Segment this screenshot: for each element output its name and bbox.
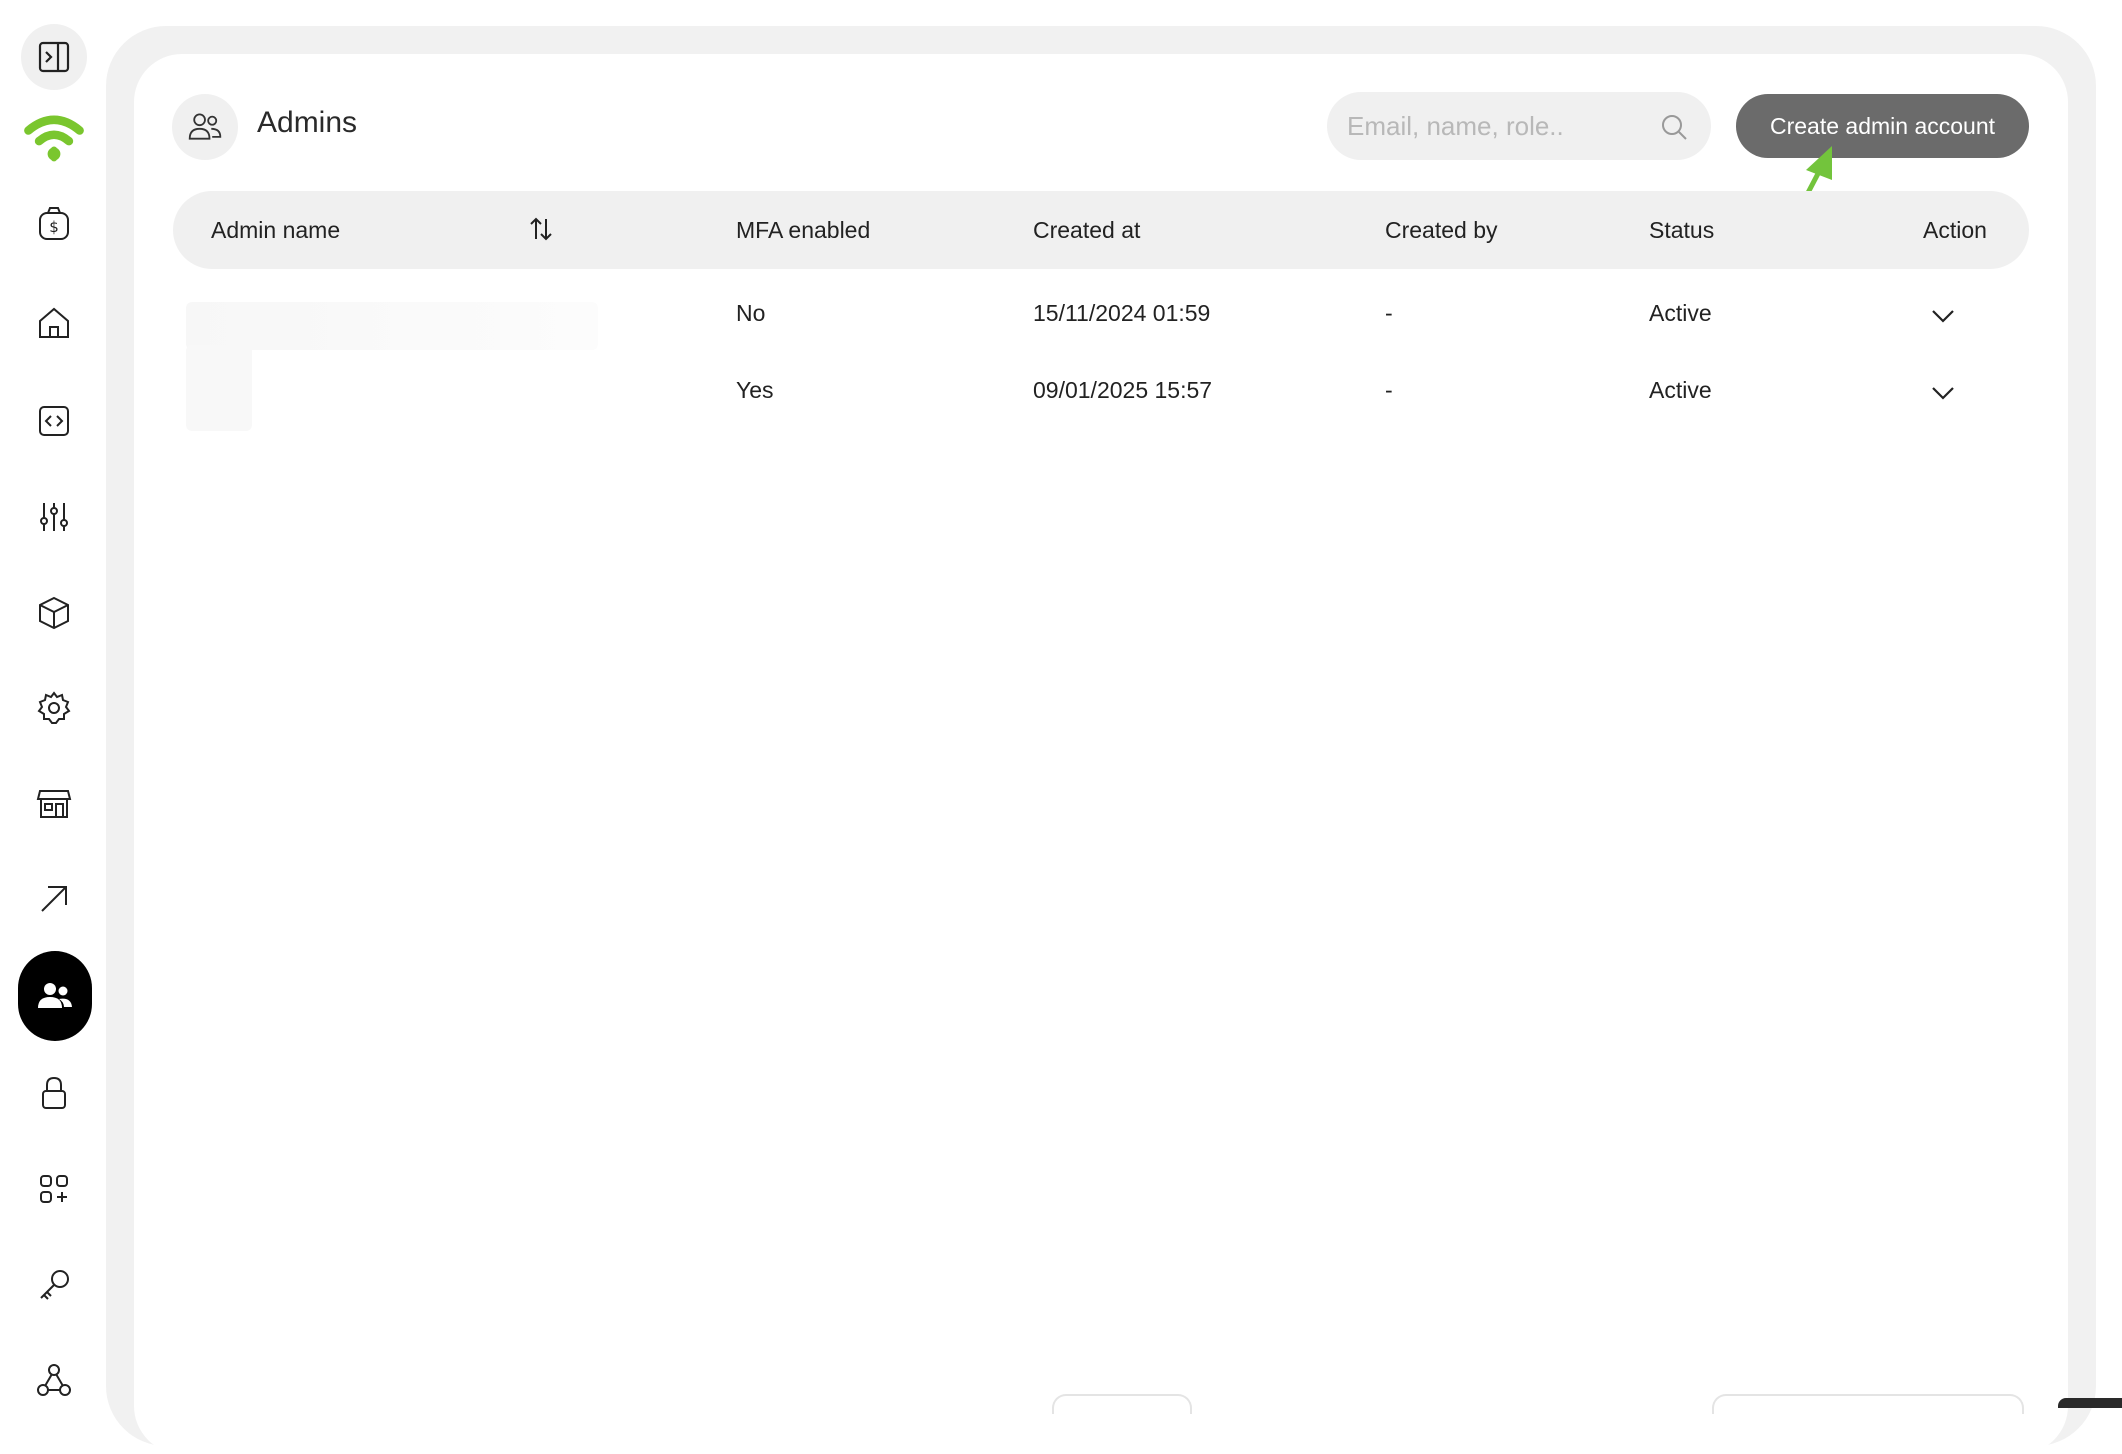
table-header: Admin name MFA enabled Created at Create… [173,191,2029,269]
sidebar-item-sliders[interactable] [19,482,89,552]
table-row[interactable]: Yes 09/01/2025 15:57 - Active [173,373,2029,433]
wifi-logo-icon [24,115,84,162]
page-title: Admins [257,106,358,139]
sidebar-item-apps[interactable] [19,1154,89,1224]
box-icon [39,596,69,630]
home-icon [39,307,69,338]
column-header-created-by: Created by [1385,217,1498,243]
created-by-cell: - [1385,377,1393,403]
column-header-admin-name[interactable]: Admin name [211,217,340,244]
column-header-created-at: Created at [1033,217,1141,243]
column-header-mfa: MFA enabled [736,217,871,243]
lock-icon [42,1076,66,1109]
sidebar-item-store[interactable] [19,768,89,838]
status-cell: Active [1649,377,1712,403]
sort-icon[interactable] [528,215,554,243]
sidebar-item-billing[interactable]: $ [19,188,89,258]
sidebar: $ [0,0,108,1405]
key-icon [40,1270,69,1300]
code-icon [39,406,69,436]
users-outline-icon [188,113,222,140]
svg-text:$: $ [49,218,59,236]
column-header-action: Action [1923,217,1987,243]
search-icon[interactable] [1659,112,1689,142]
status-cell: Active [1649,300,1712,326]
gear-icon [37,691,71,724]
apps-add-icon [40,1175,68,1203]
sidebar-item-api-keys[interactable] [19,1250,89,1320]
users-icon [38,983,72,1008]
table-row[interactable]: No 15/11/2024 01:59 - Active [173,296,2029,356]
created-at-cell: 15/11/2024 01:59 [1033,300,1211,326]
pagination-control[interactable] [1052,1394,1192,1414]
sidebar-item-products[interactable] [19,578,89,648]
sidebar-item-admins[interactable] [18,951,92,1041]
search-input[interactable] [1347,110,1647,142]
page-size-control[interactable] [1712,1394,2024,1414]
sidebar-item-growth[interactable] [19,864,89,934]
floating-widget[interactable] [2058,1398,2122,1408]
mfa-cell: Yes [736,377,774,403]
sidebar-item-settings[interactable] [19,673,89,743]
sliders-icon [40,503,68,531]
sidebar-item-home[interactable] [19,288,89,358]
wifi-logo[interactable] [19,104,89,174]
chevron-down-icon[interactable] [1929,383,1957,403]
mfa-cell: No [736,300,766,326]
created-by-cell: - [1385,300,1393,326]
sidebar-item-code[interactable] [19,386,89,456]
sidebar-item-security[interactable] [19,1058,89,1128]
created-at-cell: 09/01/2025 15:57 [1033,377,1213,403]
money-bag-icon: $ [39,207,69,240]
sidebar-toggle-icon [38,41,70,73]
admins-header-badge [172,94,238,160]
webhook-icon [37,1364,71,1396]
column-header-status: Status [1649,217,1715,243]
search-box[interactable] [1327,92,1711,160]
store-icon [36,790,72,818]
chevron-down-icon[interactable] [1929,306,1957,326]
arrow-up-right-icon [41,886,67,912]
sidebar-toggle-button[interactable] [21,24,87,90]
